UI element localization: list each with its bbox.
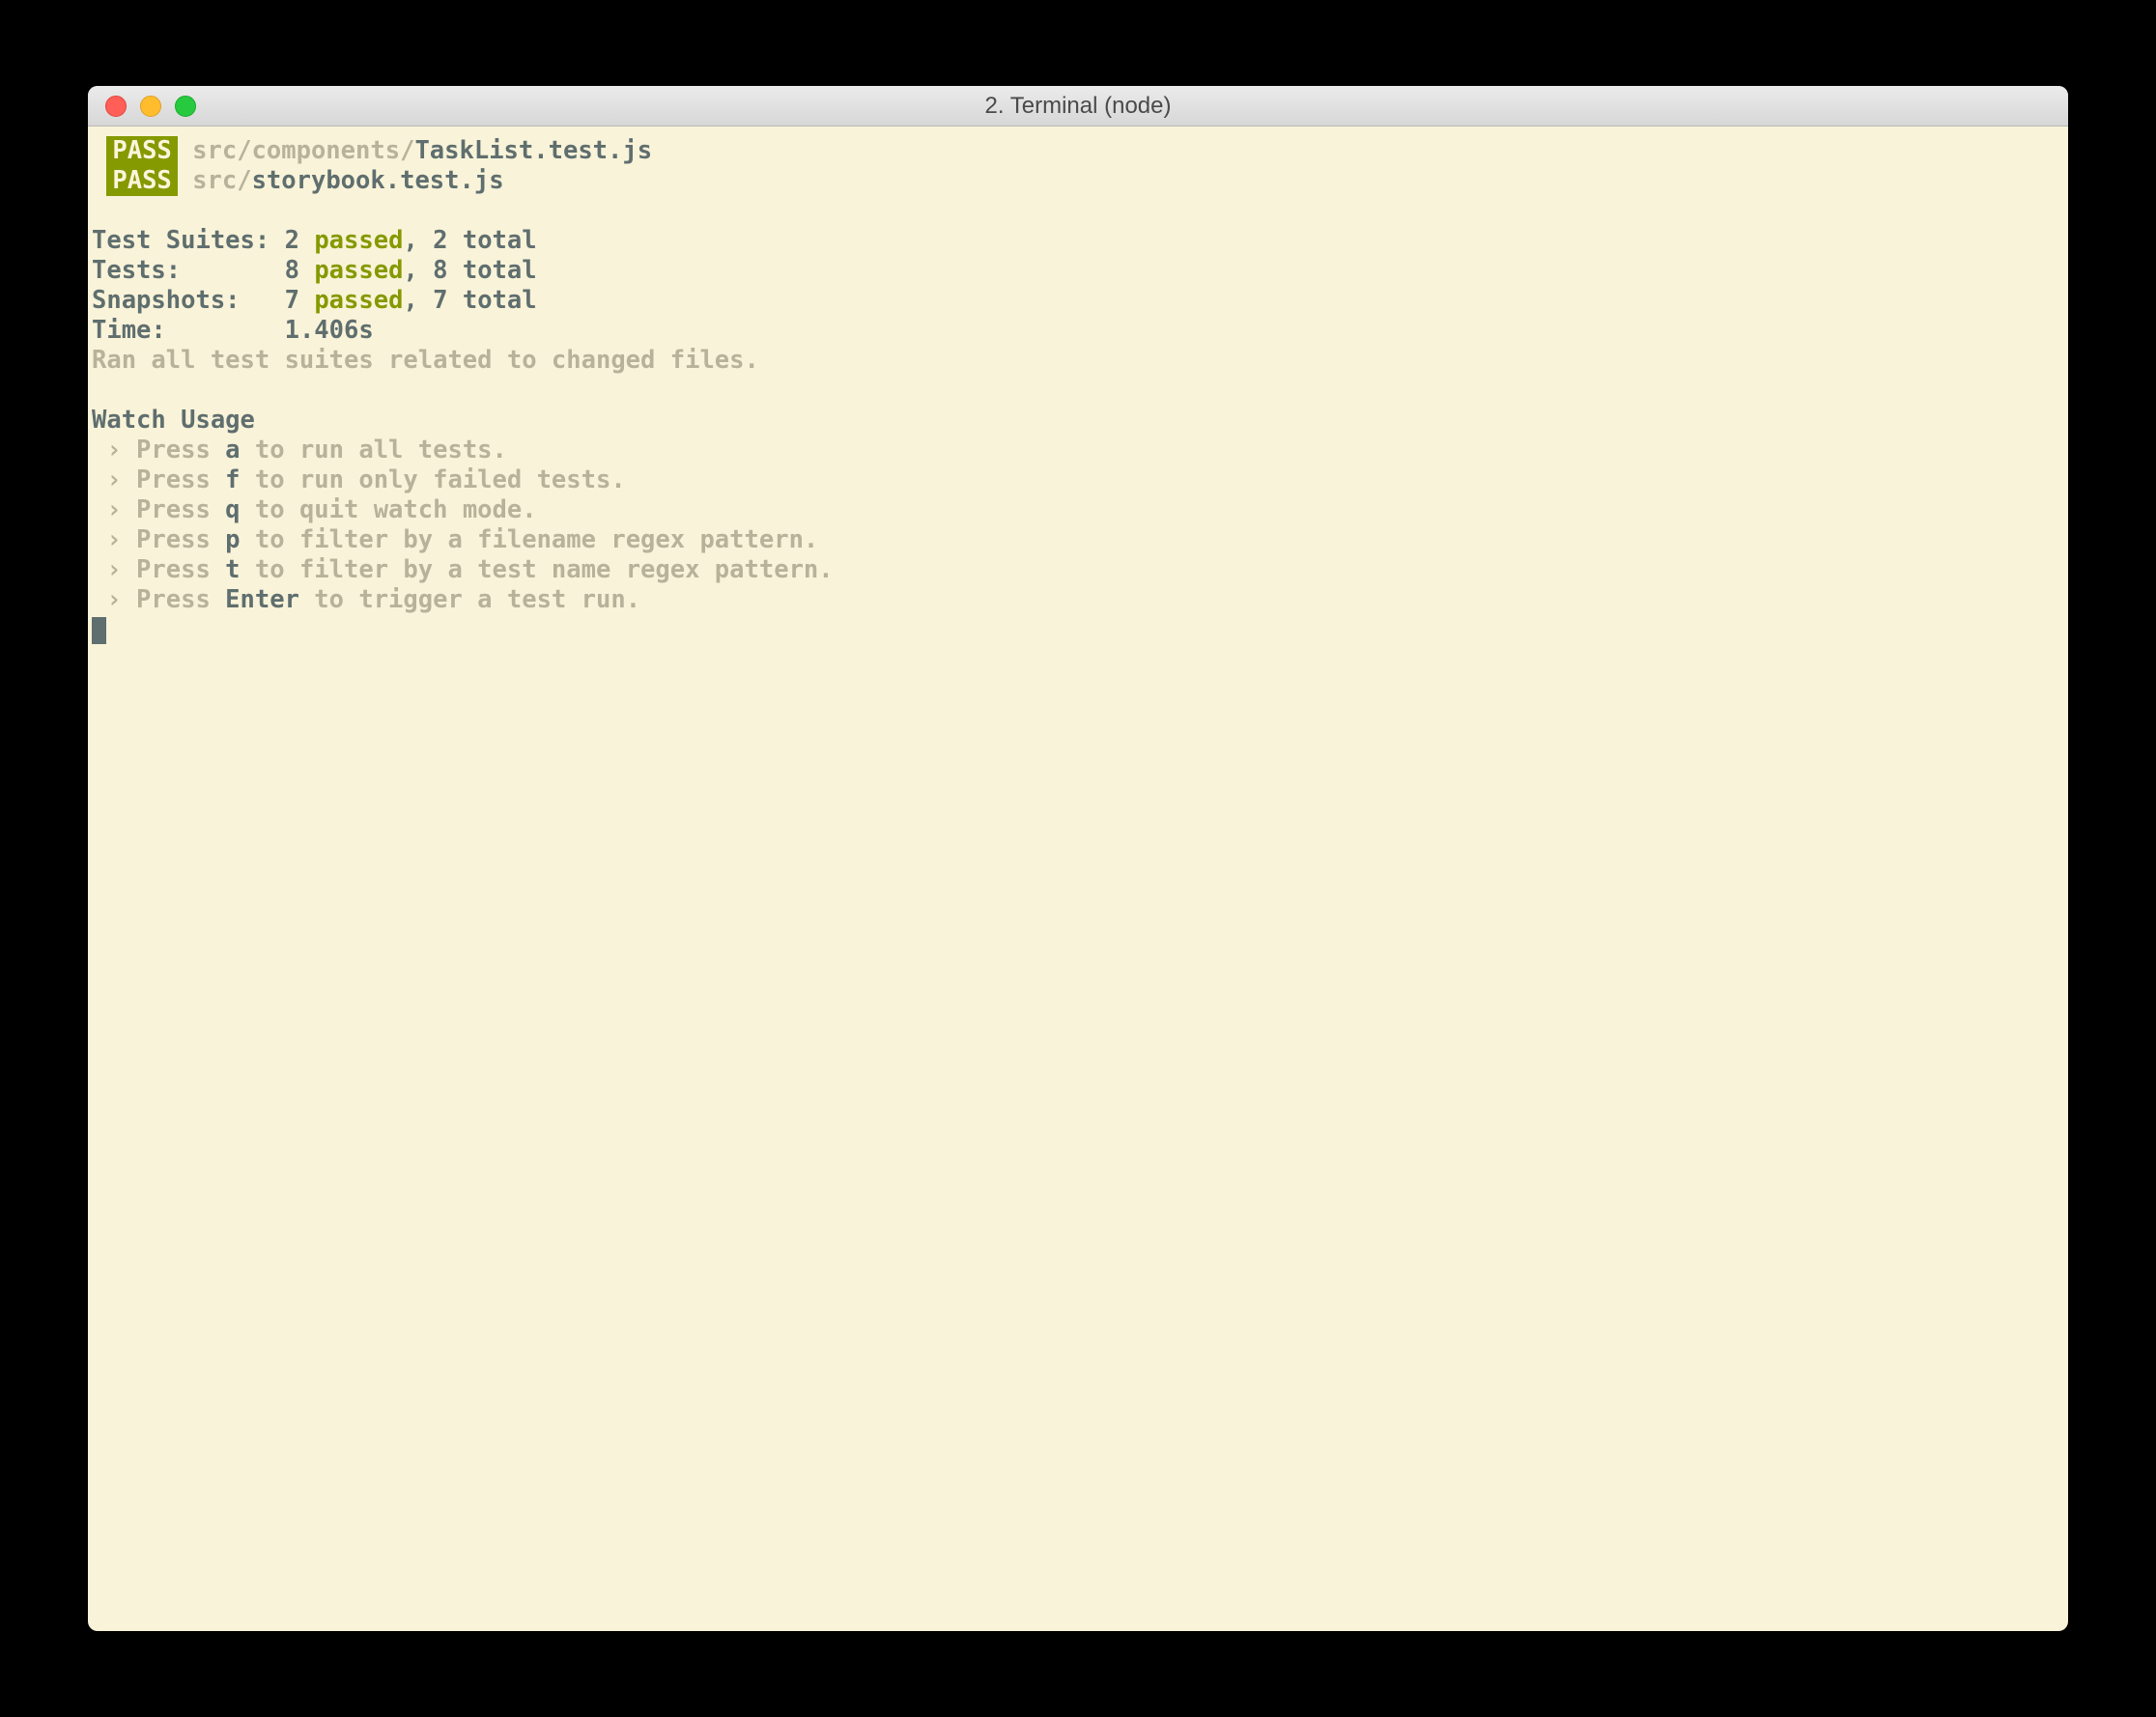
maximize-icon[interactable] — [175, 96, 196, 117]
pass-line: PASS src/components/TaskList.test.js — [92, 136, 2064, 166]
cursor-line — [92, 615, 2064, 645]
titlebar: 2. Terminal (node) — [88, 86, 2068, 127]
watch-usage-header: Watch Usage — [92, 406, 2064, 436]
summary-tests: Tests: 8 passed, 8 total — [92, 256, 2064, 286]
watch-item: › Press t to filter by a test name regex… — [92, 555, 2064, 585]
watch-item: › Press a to run all tests. — [92, 436, 2064, 465]
window-title: 2. Terminal (node) — [985, 93, 1172, 120]
file-dir: src/ — [192, 166, 251, 195]
minimize-icon[interactable] — [140, 96, 161, 117]
file-dir: src/components/ — [192, 136, 414, 165]
terminal-window: 2. Terminal (node) PASS src/components/T… — [88, 86, 2068, 1631]
summary-time: Time: 1.406s — [92, 316, 2064, 346]
file-name: TaskList.test.js — [414, 136, 652, 165]
summary-snapshots: Snapshots: 7 passed, 7 total — [92, 286, 2064, 316]
close-icon[interactable] — [105, 96, 127, 117]
pass-badge: PASS — [106, 136, 177, 166]
pass-line: PASS src/storybook.test.js — [92, 166, 2064, 196]
cursor-icon — [92, 617, 106, 644]
pass-badge: PASS — [106, 166, 177, 196]
terminal-body[interactable]: PASS src/components/TaskList.test.js PAS… — [88, 127, 2068, 1631]
watch-item: › Press q to quit watch mode. — [92, 495, 2064, 525]
file-name: storybook.test.js — [252, 166, 504, 195]
watch-item: › Press f to run only failed tests. — [92, 465, 2064, 495]
watch-item: › Press Enter to trigger a test run. — [92, 585, 2064, 615]
watch-item: › Press p to filter by a filename regex … — [92, 525, 2064, 555]
ran-line: Ran all test suites related to changed f… — [92, 346, 2064, 376]
traffic-lights — [88, 96, 196, 117]
summary-suites: Test Suites: 2 passed, 2 total — [92, 226, 2064, 256]
